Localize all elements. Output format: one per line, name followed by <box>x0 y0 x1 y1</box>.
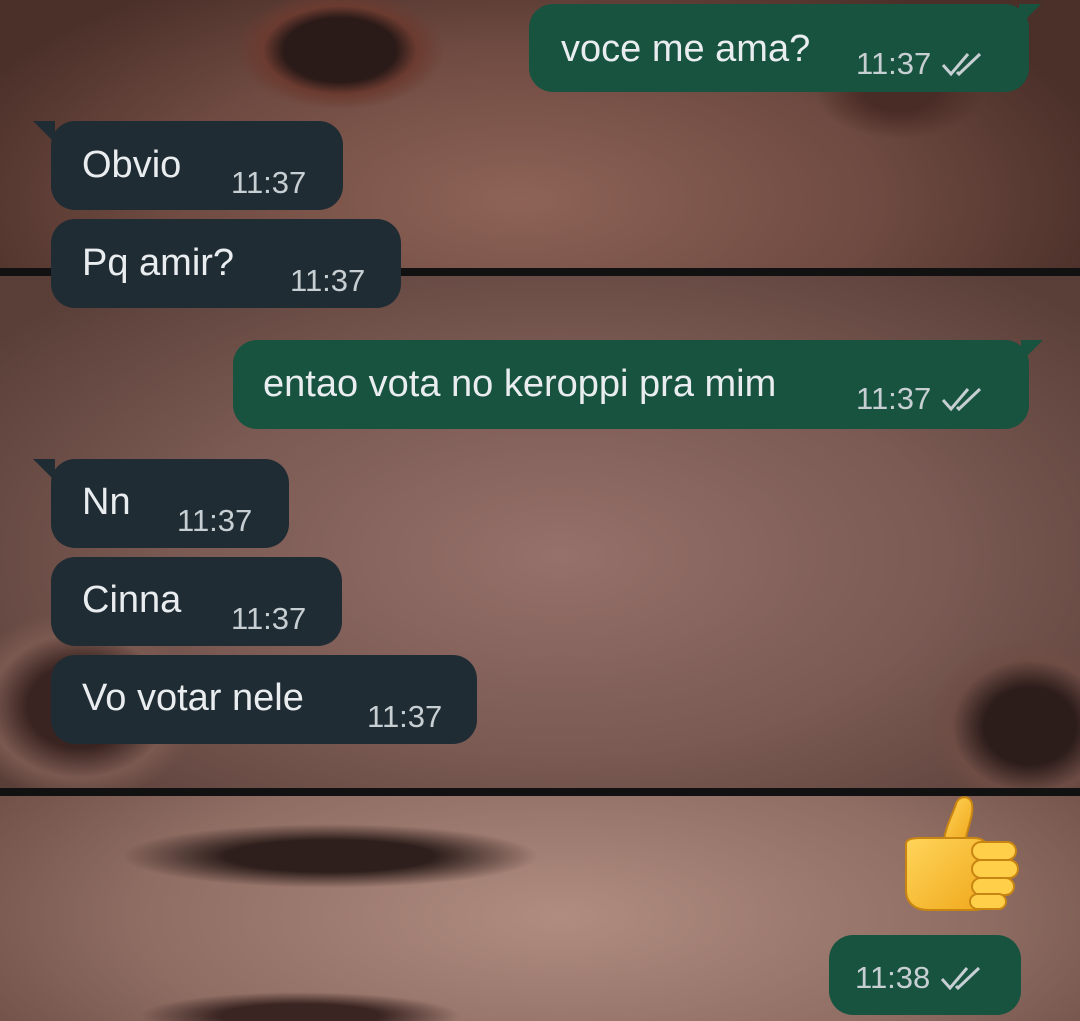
message-text: entao vota no keroppi pra mim <box>263 363 777 405</box>
message-time: 11:37 <box>177 503 253 538</box>
message-meta: 11:38 <box>855 962 984 993</box>
double-check-icon <box>941 385 985 413</box>
message-incoming[interactable]: Pq amir? 11:37 <box>51 219 401 308</box>
message-text: Pq amir? <box>82 242 235 284</box>
thumbs-up-emoji[interactable] <box>900 790 1025 915</box>
message-time: 11:37 <box>367 699 443 734</box>
message-incoming[interactable]: Cinna 11:37 <box>51 557 342 646</box>
bubble-tail <box>33 459 55 481</box>
bubble-tail <box>1019 4 1041 26</box>
bubble-tail <box>1021 340 1043 362</box>
message-time: 11:37 <box>856 46 932 81</box>
message-text: Vo votar nele <box>82 677 304 719</box>
message-incoming[interactable]: Obvio 11:37 <box>33 121 343 210</box>
message-meta: 11:37 <box>231 603 306 634</box>
message-outgoing[interactable]: voce me ama? 11:37 <box>529 4 1041 92</box>
message-incoming[interactable]: Vo votar nele 11:37 <box>51 655 477 744</box>
message-time: 11:38 <box>855 960 931 995</box>
message-outgoing[interactable]: entao vota no keroppi pra mim 11:37 <box>233 340 1043 429</box>
double-check-icon <box>941 50 985 78</box>
message-time: 11:37 <box>290 263 366 298</box>
message-time: 11:37 <box>856 381 932 416</box>
message-incoming[interactable]: Nn 11:37 <box>33 459 289 548</box>
message-meta: 11:37 <box>177 505 252 536</box>
message-meta: 11:37 <box>290 265 365 296</box>
message-outgoing[interactable]: 11:38 <box>829 935 1021 1015</box>
message-text: Nn <box>82 481 131 523</box>
message-text: voce me ama? <box>561 28 811 70</box>
double-check-icon <box>940 964 984 992</box>
message-time: 11:37 <box>231 165 307 200</box>
message-meta: 11:37 <box>367 701 442 732</box>
message-text: Cinna <box>82 579 182 621</box>
message-meta: 11:37 <box>231 167 306 198</box>
message-text: Obvio <box>82 144 182 186</box>
bubble-tail <box>33 121 55 143</box>
message-meta: 11:37 <box>856 48 985 79</box>
message-time: 11:37 <box>231 601 307 636</box>
message-meta: 11:37 <box>856 383 985 414</box>
